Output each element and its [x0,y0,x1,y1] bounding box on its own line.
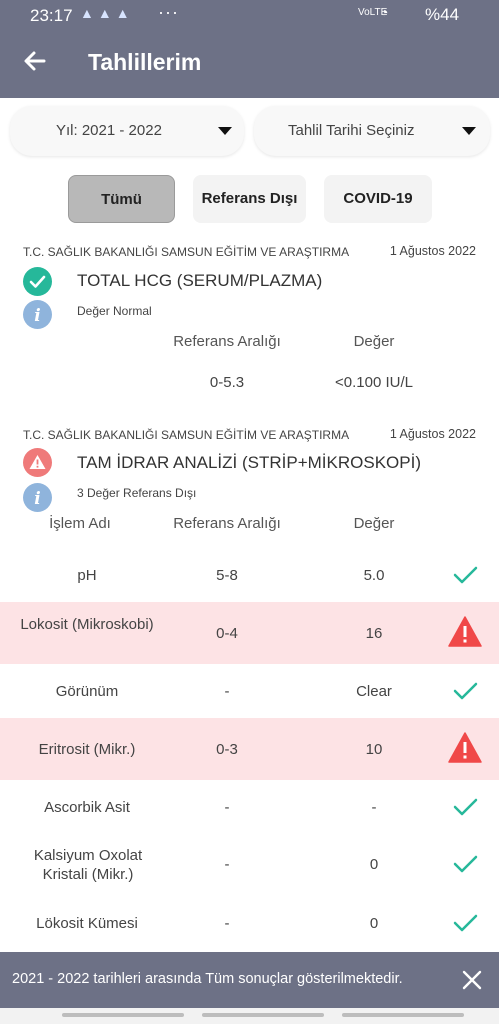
year-dropdown[interactable]: Yıl: 2021 - 2022 [10,106,244,156]
hospital-name: T.C. SAĞLIK BAKANLIĞI SAMSUN EĞİTİM VE A… [23,428,350,442]
table-row: Lökosit Kümesi - 0 [0,897,499,949]
caret-down-icon [462,127,476,135]
test-item-value: 0 [369,856,379,873]
info-icon[interactable]: i [23,483,52,512]
result-date: 1 Ağustos 2022 [389,244,476,258]
wifi-icon: ◔ [380,4,389,20]
reference-range: 0-5.3 [209,374,245,391]
test-status: 3 Değer Referans Dışı [77,486,197,500]
test-item-name: Eritrosit (Mikr.) [38,741,136,758]
test-item-value: 10 [365,741,383,758]
check-icon [453,855,478,873]
year-dropdown-label: Yıl: 2021 - 2022 [56,122,162,139]
test-status: Değer Normal [77,304,152,318]
test-item-value: Clear [356,683,392,700]
test-item-name: Kalsiyum Oxolat Kristali (Mikr.) [33,847,143,883]
table-row: pH 5-8 5.0 [0,549,499,601]
check-circle-icon [23,267,52,296]
test-date-dropdown[interactable]: Tahlil Tarihi Seçiniz [254,106,490,156]
test-item-value: - [371,799,377,816]
test-item-reference: 0-3 [216,741,238,758]
page-title: Tahlillerim [88,49,202,75]
test-item-reference: - [224,799,230,816]
test-item-reference: - [224,915,230,932]
warning-circle-icon [23,448,52,477]
column-header-test: İşlem Adı [49,515,111,532]
test-item-reference: 0-4 [216,625,238,642]
filter-out-of-range-button[interactable]: Referans Dışı [193,175,306,223]
nav-recents-button[interactable] [62,1013,184,1017]
test-item-reference: 5-8 [216,567,238,584]
arrow-left-icon [24,51,46,71]
table-row: Lokosit (Mikroskobi) 0-4 16 [0,602,499,664]
info-icon[interactable]: i [23,300,52,329]
test-name: TAM İDRAR ANALİZİ (STRİP+MİKROSKOPİ) [77,453,421,472]
test-item-value: 5.0 [363,567,385,584]
result-date: 1 Ağustos 2022 [389,427,476,441]
status-time: 23:17 [30,6,73,25]
test-name: TOTAL HCG (SERUM/PLAZMA) [77,271,323,290]
table-row: Ascorbik Asit - - [0,781,499,833]
table-row: Kalsiyum Oxolat Kristali (Mikr.) - 0 [0,834,499,896]
check-icon [453,914,478,932]
filter-all-button[interactable]: Tümü [68,175,175,223]
table-row: Eritrosit (Mikr.) 0-3 10 [0,718,499,780]
test-item-value: 0 [369,915,379,932]
filter-covid-button[interactable]: COVID-19 [324,175,432,223]
svg-text:i: i [34,306,40,326]
close-icon[interactable] [458,966,486,994]
test-item-name: Lökosit Kümesi [36,915,138,932]
test-date-dropdown-label: Tahlil Tarihi Seçiniz [288,122,415,139]
test-item-reference: - [224,683,230,700]
nav-back-button[interactable] [342,1013,464,1017]
check-icon [453,566,478,584]
nav-home-button[interactable] [202,1013,324,1017]
more-notifications-icon: ··· [158,2,179,22]
column-header-reference: Referans Aralığı [173,333,281,350]
test-item-reference: - [224,856,230,873]
test-item-name: Görünüm [55,683,119,700]
status-bar: 23:17 ▲▲▲ ··· VoLTE ◔ %44 [0,0,499,32]
svg-text:i: i [34,489,40,509]
test-item-name: pH [77,567,97,584]
column-header-value: Değer [353,333,395,350]
table-row: Görünüm - Clear [0,665,499,717]
system-navigation-bar [0,1008,499,1024]
battery-level: %44 [425,5,460,24]
snackbar: 2021 - 2022 tarihleri arasında Tüm sonuç… [0,952,499,1008]
warning-triangle-icon [448,616,482,647]
check-icon [453,682,478,700]
test-item-name: Lokosit (Mikroskobi) [20,616,154,633]
result-value: <0.100 IU/L [335,374,413,391]
column-header-reference: Referans Aralığı [173,515,281,532]
hospital-name: T.C. SAĞLIK BAKANLIĞI SAMSUN EĞİTİM VE A… [23,245,350,259]
column-header-value: Değer [353,515,395,532]
warning-triangle-icon [448,732,482,763]
caret-down-icon [218,127,232,135]
app-header: 23:17 ▲▲▲ ··· VoLTE ◔ %44 Tahlillerim [0,0,499,98]
notification-icons: ▲▲▲ [80,5,134,21]
test-item-value: 16 [365,625,383,642]
back-button[interactable] [22,48,48,78]
test-item-name: Ascorbik Asit [44,799,130,816]
check-icon [453,798,478,816]
snackbar-message: 2021 - 2022 tarihleri arasında Tüm sonuç… [12,971,403,987]
